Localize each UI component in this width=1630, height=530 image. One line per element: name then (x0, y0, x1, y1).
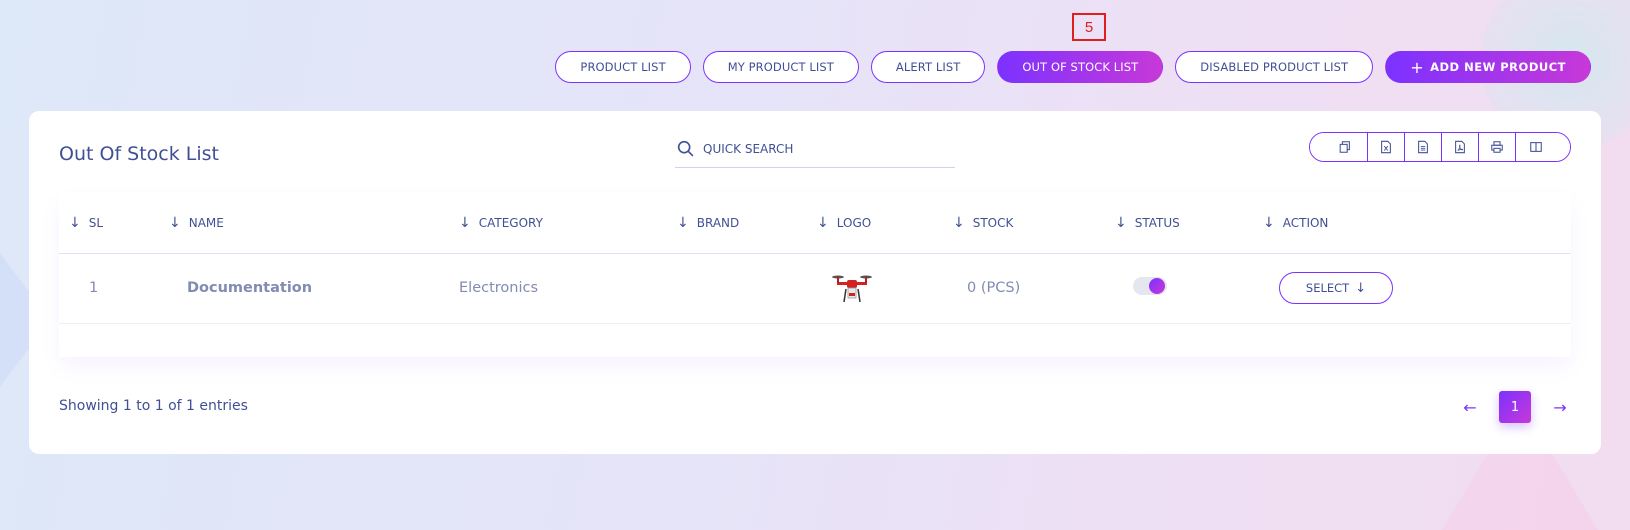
tab-alert-list[interactable]: ALERT LIST (870, 51, 986, 83)
column-header-stock[interactable]: ↓ STOCK (953, 193, 1115, 253)
excel-icon (1381, 140, 1391, 154)
prev-page-icon[interactable]: ← (1459, 398, 1481, 417)
cell-stock: 0 (PCS) (967, 280, 1021, 296)
add-new-product-label: ADD NEW PRODUCT (1430, 60, 1566, 74)
table-row: 1 Documentation Electronics 0 (PCS) SELE… (59, 253, 1571, 323)
column-header-logo[interactable]: ↓ LOGO (817, 193, 953, 253)
page-title: Out Of Stock List (59, 143, 220, 165)
cell-action: SELECT ↓ (1263, 253, 1571, 323)
tab-my-product-list[interactable]: MY PRODUCT LIST (702, 51, 859, 83)
select-action-button[interactable]: SELECT ↓ (1279, 272, 1393, 304)
sort-arrow-icon: ↓ (169, 214, 181, 231)
pagination: ← 1 → (1459, 391, 1571, 423)
column-header-category[interactable]: ↓ CATEGORY (459, 193, 677, 253)
page-1-button[interactable]: 1 (1499, 391, 1531, 423)
columns-button[interactable] (1516, 133, 1570, 161)
cell-name: Documentation (187, 280, 313, 296)
tab-disabled-product-list[interactable]: DISABLED PRODUCT LIST (1175, 51, 1374, 83)
search-input[interactable] (703, 142, 943, 156)
column-header-status[interactable]: ↓ STATUS (1115, 193, 1263, 253)
product-card: Out Of Stock List QUICK SEARCH ↓ SL ↓ NA… (29, 111, 1601, 454)
copy-icon (1339, 141, 1350, 153)
next-page-icon[interactable]: → (1549, 398, 1571, 417)
column-header-name[interactable]: ↓ NAME (159, 193, 459, 253)
cell-status (1115, 253, 1263, 323)
csv-button[interactable] (1405, 133, 1442, 161)
plus-icon: + (1410, 57, 1425, 77)
cell-category: Electronics (459, 280, 539, 296)
sort-arrow-icon: ↓ (1263, 214, 1275, 231)
sort-arrow-icon: ↓ (953, 214, 965, 231)
excel-button[interactable] (1368, 133, 1405, 161)
sort-arrow-icon: ↓ (677, 214, 689, 231)
sort-arrow-icon: ↓ (459, 214, 471, 231)
sort-arrow-icon: ↓ (1115, 214, 1127, 231)
sort-arrow-icon: ↓ (817, 214, 829, 231)
select-label: SELECT (1305, 281, 1350, 295)
cell-logo (817, 253, 953, 323)
column-header-action[interactable]: ↓ ACTION (1263, 193, 1571, 253)
pdf-icon (1455, 140, 1465, 154)
entries-info: Showing 1 to 1 of 1 entries (59, 398, 248, 414)
table-header-row: ↓ SL ↓ NAME ↓ CATEGORY ↓ BRAND ↓ LOGO ↓ STOCK … (59, 193, 1571, 253)
column-header-sl[interactable]: ↓ SL (59, 193, 159, 253)
sort-arrow-icon: ↓ (69, 214, 81, 231)
tab-product-list[interactable]: PRODUCT LIST (555, 51, 691, 83)
columns-icon (1530, 142, 1542, 152)
add-new-product-button[interactable]: + ADD NEW PRODUCT (1385, 51, 1591, 83)
drone-product-image (832, 275, 872, 303)
print-icon (1491, 141, 1503, 153)
export-toolbar (1309, 132, 1571, 162)
csv-icon (1418, 140, 1428, 154)
quick-search (675, 131, 955, 168)
copy-button[interactable] (1310, 133, 1368, 161)
pdf-button[interactable] (1442, 133, 1479, 161)
search-icon (677, 140, 694, 157)
status-toggle[interactable] (1133, 277, 1167, 295)
arrow-down-icon: ↓ (1355, 280, 1367, 296)
toggle-knob (1149, 278, 1165, 294)
product-table: ↓ SL ↓ NAME ↓ CATEGORY ↓ BRAND ↓ LOGO ↓ STOCK … (59, 193, 1571, 357)
cell-brand (677, 253, 817, 323)
print-button[interactable] (1479, 133, 1516, 161)
tab-out-of-stock-list[interactable]: OUT OF STOCK LIST (997, 51, 1164, 83)
column-header-brand[interactable]: ↓ BRAND (677, 193, 817, 253)
cell-sl: 1 (89, 280, 99, 296)
annotation-badge: 5 (1072, 13, 1106, 41)
top-nav: PRODUCT LIST MY PRODUCT LIST ALERT LIST … (555, 51, 1591, 83)
